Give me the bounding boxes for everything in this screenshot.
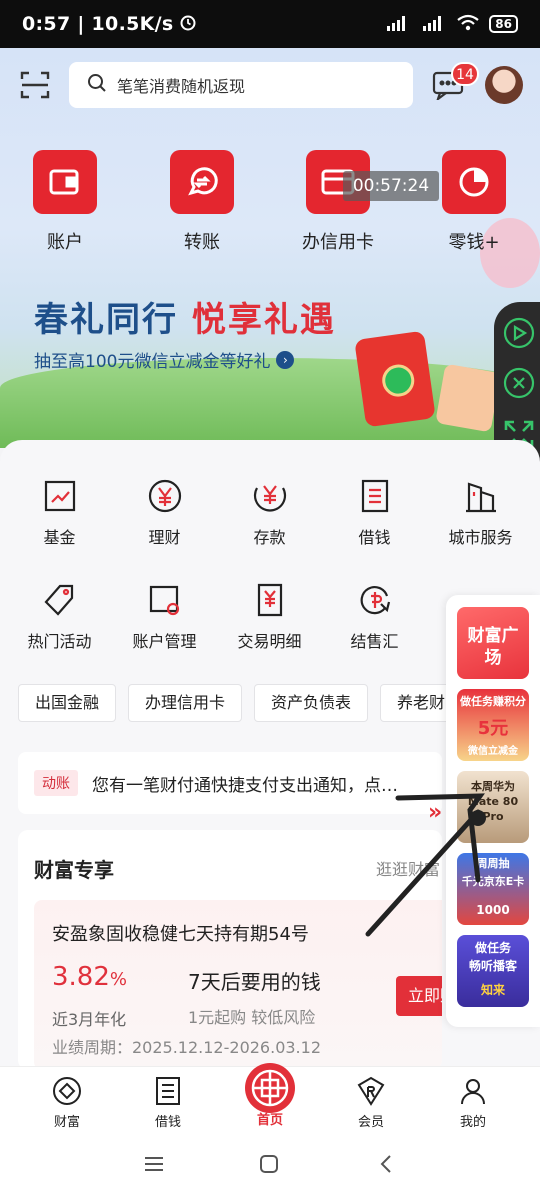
fund-chart-icon bbox=[44, 480, 75, 512]
alarm-icon bbox=[179, 13, 197, 35]
notice-tag: 动账 bbox=[34, 770, 78, 796]
wealth-section: 财富专享 逛逛财富 安盈象固收稳健七天持有期54号 3.82% 近3月年化 7天… bbox=[18, 830, 442, 1070]
banner-subtitle[interactable]: 抽至高100元微信立减金等好礼 › bbox=[34, 347, 295, 372]
status-time: 0:57 | 10.5K/s bbox=[22, 13, 174, 35]
buy-now-button[interactable]: 立即购 bbox=[396, 976, 442, 1016]
chevron-right-icon: › bbox=[276, 350, 295, 369]
account-manage-icon bbox=[149, 585, 179, 616]
system-nav-bar bbox=[0, 1132, 540, 1200]
product-name: 安盈象固收稳健七天持有期54号 bbox=[52, 924, 309, 945]
notice-text: 您有一笔财付通快捷支付支出通知，点… bbox=[92, 775, 398, 796]
promo-huawei[interactable]: 本周华为 Mate 80 Pro bbox=[457, 771, 529, 843]
wealth-title: 财富专享 bbox=[34, 858, 114, 882]
wealth-diamond-icon bbox=[53, 1077, 81, 1105]
wealth-product-card[interactable]: 安盈象固收稳健七天持有期54号 3.82% 近3月年化 7天后要用的钱 1元起购… bbox=[34, 900, 442, 1070]
transfer-icon bbox=[170, 150, 234, 214]
member-icon bbox=[357, 1076, 385, 1106]
service-fund[interactable]: 基金 bbox=[7, 478, 112, 548]
service-wealth[interactable]: 理财 bbox=[112, 478, 217, 548]
signal-icon-2 bbox=[421, 14, 447, 35]
recording-timer: 00:57:24 bbox=[343, 171, 439, 201]
wifi-icon bbox=[457, 14, 479, 35]
transaction-doc-icon bbox=[257, 583, 282, 617]
product-rate-label: 近3月年化 bbox=[52, 1010, 127, 1029]
nav-member[interactable]: 会员 bbox=[336, 1075, 406, 1130]
borrow-icon bbox=[156, 1077, 180, 1105]
promo-jd-card[interactable]: 周周抽 千元京东E卡 1000 bbox=[457, 853, 529, 925]
wallet-icon bbox=[33, 150, 97, 214]
back-icon[interactable] bbox=[376, 1154, 396, 1178]
nav-wealth[interactable]: 财富 bbox=[32, 1075, 102, 1130]
nav-home[interactable]: 首页 bbox=[235, 1063, 305, 1128]
search-icon bbox=[87, 73, 107, 97]
product-period: 业绩周期：2025.12.12-2026.03.12 bbox=[52, 1038, 321, 1057]
home-square-icon[interactable] bbox=[259, 1154, 279, 1178]
search-input[interactable]: 笔笔消费随机返现 bbox=[69, 62, 413, 108]
search-placeholder: 笔笔消费随机返现 bbox=[117, 77, 246, 96]
avatar[interactable] bbox=[485, 66, 523, 104]
promo-wealth-square[interactable]: 财富广场 bbox=[457, 607, 529, 679]
menu-icon[interactable] bbox=[144, 1154, 164, 1178]
chip-credit-card[interactable]: 办理信用卡 bbox=[128, 684, 243, 722]
service-account-manage[interactable]: 账户管理 bbox=[112, 582, 217, 652]
service-city[interactable]: 城市服务 bbox=[428, 478, 533, 548]
bottom-nav: 财富 借钱 首页 会员 我的 bbox=[0, 1063, 540, 1132]
signal-icon bbox=[385, 14, 411, 35]
tag-icon bbox=[43, 584, 73, 616]
quick-account[interactable]: 账户 bbox=[20, 150, 110, 254]
promo-task-points[interactable]: 做任务赚积分 5元 微信立减金 bbox=[457, 689, 529, 761]
yuan-circle-icon bbox=[148, 479, 181, 513]
wealth-more-link[interactable]: 逛逛财富 bbox=[376, 856, 440, 880]
red-envelope-graphic bbox=[354, 330, 436, 428]
account-notice[interactable]: 动账 您有一笔财付通快捷支付支出通知，点… bbox=[18, 752, 442, 814]
play-icon[interactable] bbox=[502, 316, 536, 350]
city-building-icon bbox=[465, 482, 496, 513]
exchange-icon bbox=[360, 586, 390, 615]
promo-podcast[interactable]: 做任务 畅听播客 知来 bbox=[457, 935, 529, 1007]
nav-borrow[interactable]: 借钱 bbox=[133, 1075, 203, 1130]
chip-balance-sheet[interactable]: 资产负债表 bbox=[254, 684, 369, 722]
status-bar: 0:57 | 10.5K/s 86 bbox=[0, 0, 540, 48]
chip-overseas[interactable]: 出国金融 bbox=[18, 684, 117, 722]
product-slogan: 7天后要用的钱 bbox=[188, 970, 321, 994]
close-icon[interactable] bbox=[502, 366, 536, 400]
service-exchange[interactable]: 结售汇 bbox=[322, 582, 427, 652]
pie-chart-icon bbox=[442, 150, 506, 214]
nav-mine[interactable]: 我的 bbox=[438, 1075, 508, 1130]
quick-transfer[interactable]: 转账 bbox=[157, 150, 247, 254]
product-rate: 3.82% bbox=[52, 962, 127, 992]
service-deposit[interactable]: 存款 bbox=[217, 478, 322, 548]
product-slogan-sub: 1元起购 较低风险 bbox=[188, 1008, 316, 1027]
promo-rail: 财富广场 做任务赚积分 5元 微信立减金 本周华为 Mate 80 Pro 周周… bbox=[446, 595, 540, 1027]
banner-title[interactable]: 春礼同行 悦享礼遇 bbox=[34, 292, 336, 341]
shortcut-chips: 出国金融 办理信用卡 资产负债表 养老财 bbox=[18, 684, 463, 722]
top-bar: 笔笔消费随机返现 14 bbox=[0, 62, 540, 108]
double-chevron-icon[interactable]: » bbox=[428, 800, 442, 825]
battery-indicator: 86 bbox=[489, 15, 518, 33]
quick-credit-card[interactable]: 办信用卡 bbox=[293, 150, 383, 254]
service-borrow[interactable]: 借钱 bbox=[322, 478, 427, 548]
deposit-icon bbox=[253, 485, 286, 512]
coupon-graphic bbox=[435, 363, 501, 433]
scan-icon[interactable] bbox=[20, 70, 50, 100]
message-badge: 14 bbox=[451, 62, 479, 86]
service-transactions[interactable]: 交易明细 bbox=[217, 582, 322, 652]
quick-change[interactable]: 零钱+ bbox=[429, 150, 519, 254]
service-hot-activity[interactable]: 热门活动 bbox=[7, 582, 112, 652]
borrow-doc-icon bbox=[361, 479, 388, 513]
user-icon bbox=[461, 1079, 485, 1105]
citic-logo-icon bbox=[245, 1063, 295, 1113]
